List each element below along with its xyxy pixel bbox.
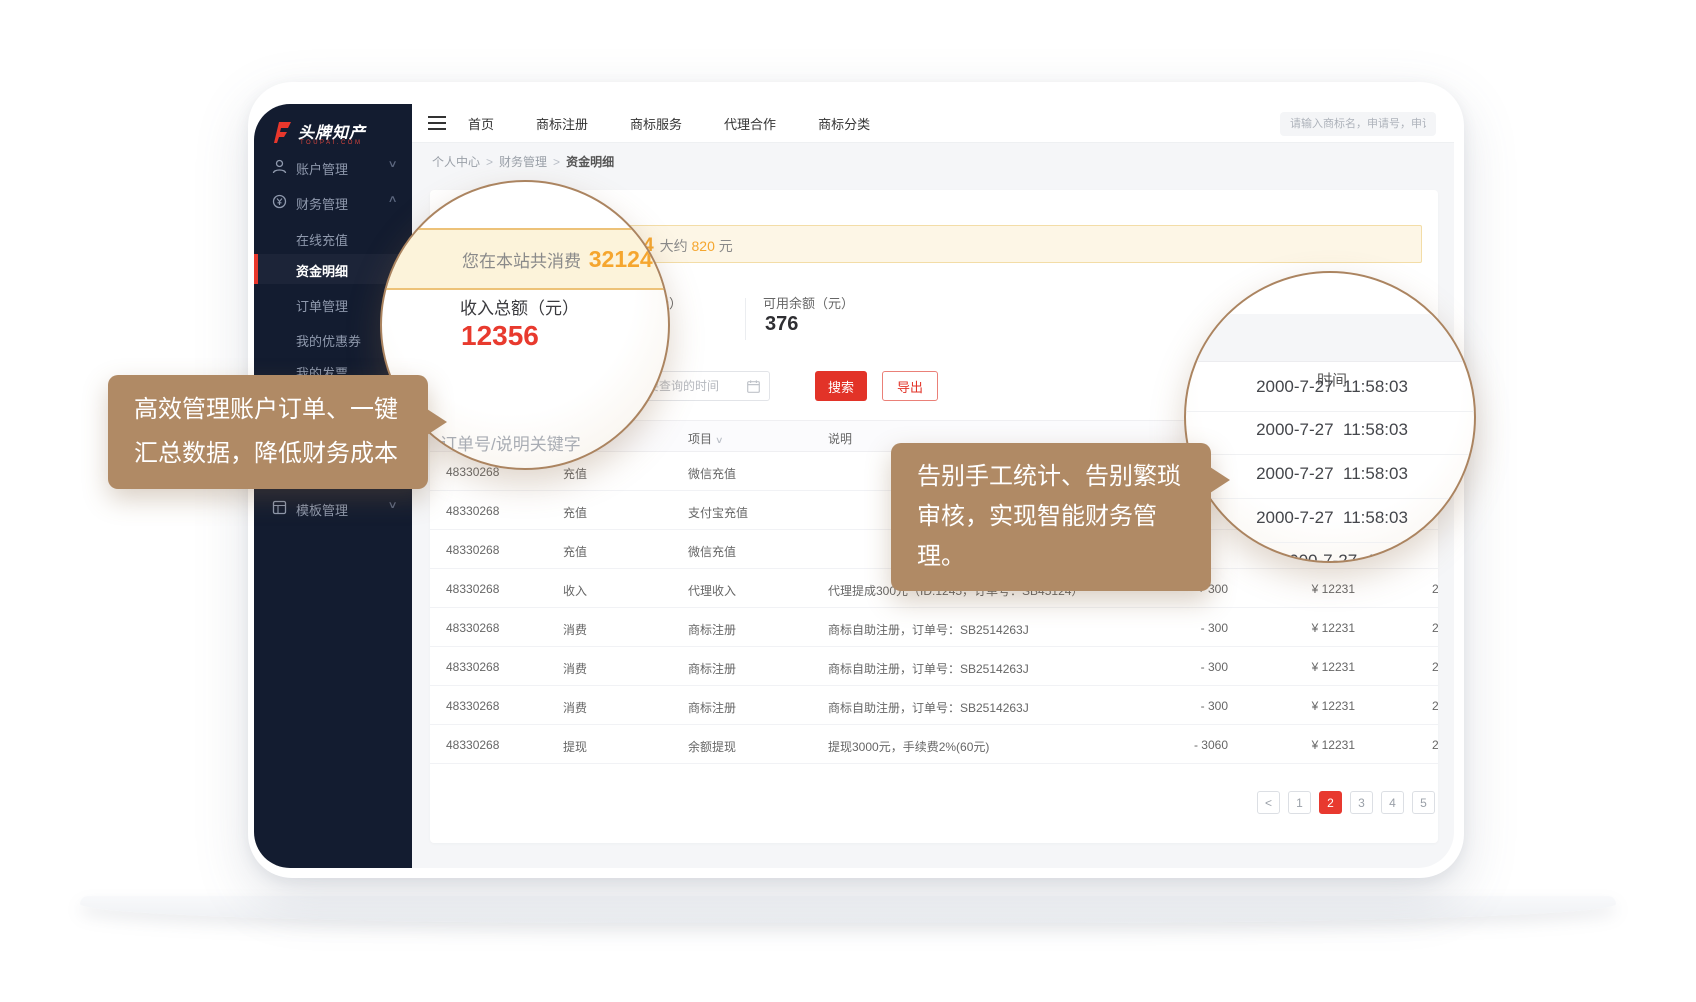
breadcrumb-bar: 个人中心 > 财务管理 > 资金明细	[412, 143, 1454, 178]
nav-item-trademark-service[interactable]: 商标服务	[630, 114, 682, 133]
pagination-page-3[interactable]: 3	[1350, 791, 1373, 814]
callout-right-text: 告别手工统计、告别繁琐审核，实现智能财务管理。	[917, 463, 1181, 570]
magnified-banner: 您在本站共消费 32124 大	[380, 228, 670, 290]
breadcrumb-item[interactable]: 财务管理	[499, 155, 547, 169]
magnifier-right: 时间 2000-7-27 11:58:03 2000-7-27 11:58:03…	[1184, 271, 1476, 563]
calendar-icon[interactable]	[747, 380, 760, 393]
nav-item-home[interactable]: 首页	[468, 114, 494, 133]
breadcrumb: 个人中心 > 财务管理 > 资金明细	[432, 153, 614, 170]
table-row[interactable]: 48330268 消费 商标注册 商标自助注册，订单号：SB2514263J -…	[430, 608, 1438, 647]
table-row[interactable]: 48330268 提现 余额提现 提现3000元，手续费2%(60元) - 30…	[430, 725, 1438, 764]
callout-right-arrow-icon	[1210, 467, 1230, 493]
breadcrumb-separator: >	[553, 155, 560, 169]
magnified-time-row: 2000-7-27 11:58:03	[1186, 377, 1476, 412]
breadcrumb-separator: >	[486, 155, 493, 169]
callout-left-text: 高效管理账户订单、一键汇总数据，降低财务成本	[134, 396, 398, 467]
global-search-input[interactable]	[1280, 112, 1436, 136]
sort-icon: ∨	[715, 435, 724, 446]
export-button[interactable]: 导出	[882, 371, 938, 401]
col-project-header[interactable]: 项目∨	[688, 430, 723, 447]
breadcrumb-item[interactable]: 个人中心	[432, 155, 480, 169]
chevron-down-icon: ∨	[387, 500, 397, 511]
balance-value: 376	[765, 313, 798, 336]
callout-left: 高效管理账户订单、一键汇总数据，降低财务成本	[108, 375, 428, 489]
sidebar-item-templates[interactable]: 模板管理 ∨	[254, 493, 412, 523]
pagination: < 1 2 3 4 5	[1257, 791, 1435, 814]
finance-icon	[272, 194, 287, 209]
magnified-banner-prefix: 您在本站共消费	[462, 252, 581, 271]
hamburger-menu-icon[interactable]	[428, 116, 446, 130]
nav-item-agency[interactable]: 代理合作	[724, 114, 776, 133]
chevron-down-icon: ∨	[387, 159, 397, 170]
breadcrumb-current: 资金明细	[566, 155, 614, 169]
nav-item-trademark-register[interactable]: 商标注册	[536, 114, 588, 133]
search-button[interactable]: 搜索	[815, 371, 867, 401]
balance-label: 可用余额（元）	[763, 293, 854, 312]
top-navbar: 首页 商标注册 商标服务 代理合作 商标分类	[412, 104, 1454, 143]
magnified-column-header: 订单号/说明关键字	[440, 430, 581, 455]
chevron-up-icon: ∧	[387, 194, 397, 205]
pagination-page-4[interactable]: 4	[1381, 791, 1404, 814]
pagination-page-2[interactable]: 2	[1319, 791, 1342, 814]
magnified-banner-amount: 32124	[586, 246, 656, 272]
user-icon	[272, 159, 287, 174]
brand-flag-icon	[270, 120, 292, 144]
banner-amount2: 820	[692, 238, 715, 254]
template-icon	[272, 500, 287, 515]
sidebar-item-finance[interactable]: 财务管理 ∧	[254, 187, 412, 217]
col-desc-header: 说明	[828, 430, 852, 447]
callout-right: 告别手工统计、告别繁琐审核，实现智能财务管理。	[891, 443, 1211, 591]
stats-divider	[745, 298, 746, 340]
laptop-base	[80, 896, 1616, 923]
table-row[interactable]: 48330268 消费 商标注册 商标自助注册，订单号：SB2514263J -…	[430, 686, 1438, 725]
magnified-time-header-band: 时间	[1186, 314, 1476, 362]
brand-subtitle: TOUPAI.COM	[300, 140, 362, 146]
callout-left-arrow-icon	[427, 409, 447, 435]
magnified-time-row: 2000-7-27 11:58:03	[1186, 420, 1476, 455]
nav-item-trademark-category[interactable]: 商标分类	[818, 114, 870, 133]
magnified-income-label: 收入总额（元）	[460, 294, 579, 319]
mockup-stage: 头牌知产 TOUPAI.COM 账户管理 ∨ 财务管	[0, 0, 1696, 1002]
magnified-time-row: 2000-7-27 11:58:03	[1186, 508, 1476, 543]
pagination-page-5[interactable]: 5	[1412, 791, 1435, 814]
magnified-income-value: 12356	[461, 320, 539, 352]
banner-suffix: 元	[719, 238, 733, 254]
nav-menu: 首页 商标注册 商标服务 代理合作 商标分类	[468, 104, 870, 143]
table-row[interactable]: 48330268 消费 商标注册 商标自助注册，订单号：SB2514263J -…	[430, 647, 1438, 686]
sidebar-item-account[interactable]: 账户管理 ∨	[254, 152, 412, 182]
pagination-prev-button[interactable]: <	[1257, 791, 1280, 814]
pagination-page-1[interactable]: 1	[1288, 791, 1311, 814]
